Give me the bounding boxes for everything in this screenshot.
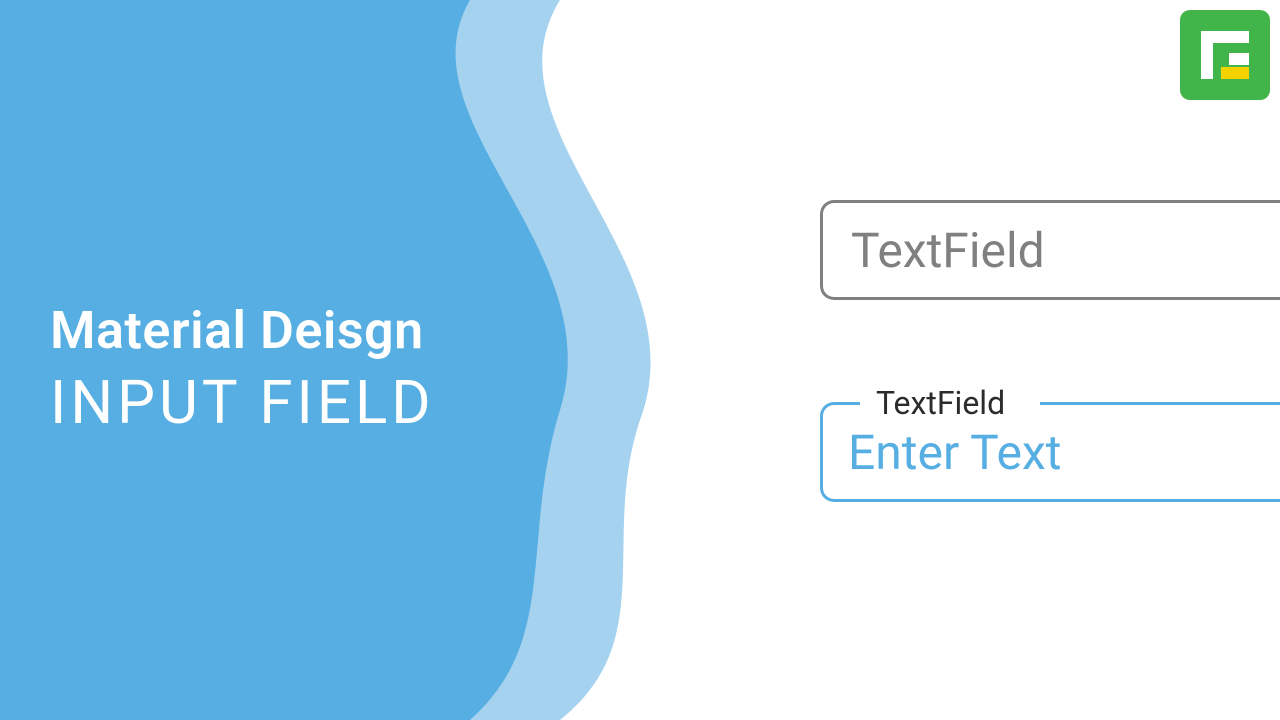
title-line-1: Material Deisgn bbox=[50, 300, 435, 361]
logo-icon bbox=[1193, 23, 1257, 87]
textfield-idle-placeholder: TextField bbox=[851, 222, 1045, 279]
input-fields-demo: TextField TextField Enter Text bbox=[820, 200, 1280, 490]
textfield-focused[interactable]: TextField Enter Text bbox=[820, 380, 1280, 490]
textfield-focused-label: TextField bbox=[872, 384, 1009, 422]
textfield-focused-value: Enter Text bbox=[848, 424, 1061, 481]
textfield-idle[interactable]: TextField bbox=[820, 200, 1280, 300]
hero-title: Material Deisgn INPUT FIELD bbox=[50, 300, 435, 438]
title-line-2: INPUT FIELD bbox=[50, 367, 435, 438]
brand-logo bbox=[1180, 10, 1270, 100]
